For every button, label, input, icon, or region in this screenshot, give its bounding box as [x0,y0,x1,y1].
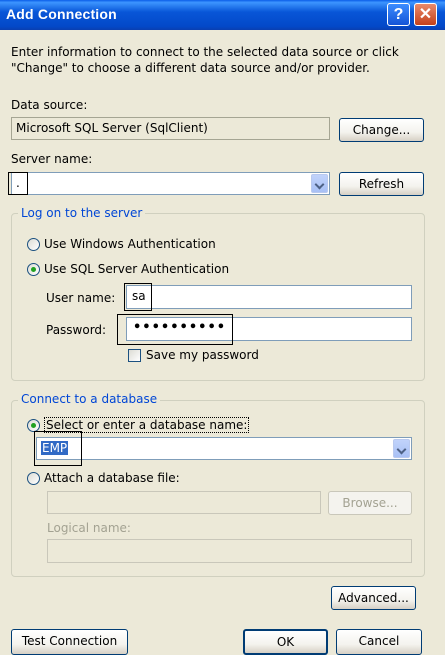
select-database-text: Select or enter a database name: [44,417,250,433]
title-bar[interactable]: Add Connection ? ✕ [0,0,445,30]
data-source-label: Data source: [11,98,88,112]
password-field[interactable]: •••••••••• [126,317,412,341]
logical-name-label: Logical name: [47,521,131,535]
database-name-combo[interactable]: EMP [36,437,412,460]
intro-text: Enter information to connect to the sele… [11,45,399,75]
add-connection-dialog: Add Connection ? ✕ Enter information to … [0,0,445,655]
ok-button[interactable]: OK [243,629,328,655]
save-password-label[interactable]: Save my password [146,348,259,362]
password-label: Password: [46,323,107,337]
database-name-value: EMP [41,441,69,455]
server-name-label: Server name: [11,152,93,166]
select-database-radio[interactable] [27,419,40,432]
windows-auth-radio[interactable] [27,238,40,251]
database-group-title: Connect to a database [18,392,161,406]
sql-auth-radio[interactable] [27,263,40,276]
change-button[interactable]: Change... [339,118,424,142]
server-name-value: . [16,176,20,190]
username-label: User name: [46,291,116,305]
window-title: Add Connection [6,6,117,22]
chevron-down-icon[interactable] [311,174,328,193]
sql-auth-label[interactable]: Use SQL Server Authentication [44,262,229,276]
advanced-button[interactable]: Advanced... [331,586,416,610]
username-field[interactable]: sa [126,285,412,309]
logon-group-title: Log on to the server [18,206,146,220]
attach-database-label[interactable]: Attach a database file: [44,471,180,485]
cancel-button[interactable]: Cancel [336,629,422,655]
logical-name-field [47,539,412,563]
help-icon[interactable]: ? [387,3,410,26]
chevron-down-icon[interactable] [393,439,410,458]
close-icon[interactable]: ✕ [414,3,437,26]
refresh-button[interactable]: Refresh [339,172,424,196]
save-password-checkbox[interactable] [128,349,141,362]
attach-database-radio[interactable] [27,472,40,485]
test-connection-button[interactable]: Test Connection [11,629,128,655]
attach-file-field [47,491,321,514]
server-name-combo[interactable]: . [11,172,330,195]
data-source-field: Microsoft SQL Server (SqlClient) [11,117,330,140]
browse-button: Browse... [328,491,412,515]
windows-auth-label[interactable]: Use Windows Authentication [44,237,216,251]
select-database-label[interactable]: Select or enter a database name: [44,417,250,433]
